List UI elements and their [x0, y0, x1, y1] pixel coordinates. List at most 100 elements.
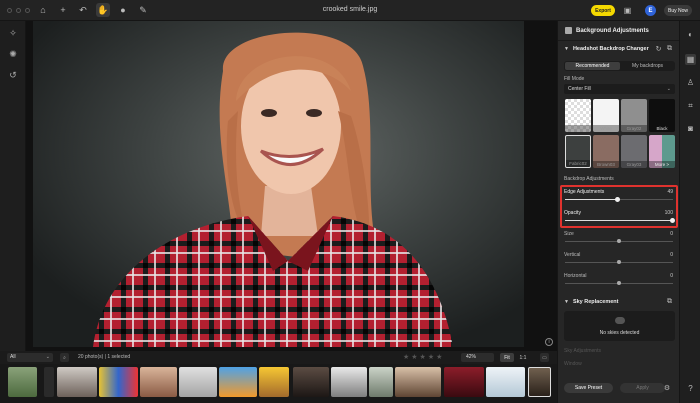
- size-slider[interactable]: [617, 239, 621, 243]
- swatch-label: Fabric02: [566, 160, 590, 167]
- fit-button[interactable]: Fit: [500, 353, 514, 362]
- compare-icon[interactable]: ⧉: [665, 297, 674, 306]
- cloud-icon: [615, 317, 625, 324]
- size-value: 0: [670, 231, 673, 237]
- apply-button[interactable]: Apply: [620, 383, 665, 393]
- compare-icon[interactable]: ▭: [540, 353, 549, 362]
- heal-icon[interactable]: ●: [116, 3, 130, 17]
- camera-icon[interactable]: ◙: [685, 123, 696, 134]
- undo-icon[interactable]: ↶: [76, 3, 90, 17]
- swatch-fabric02[interactable]: Fabric02: [565, 135, 591, 168]
- close-window-button[interactable]: [7, 7, 12, 13]
- photo-thumbnail[interactable]: [395, 367, 441, 397]
- photo-thumbnail[interactable]: [331, 367, 367, 397]
- avatar[interactable]: E: [645, 5, 656, 16]
- photo-thumbnail[interactable]: [369, 367, 393, 397]
- sky-empty-state: No skies detected: [564, 311, 675, 341]
- maximize-window-button[interactable]: [25, 7, 30, 13]
- magic-icon[interactable]: ✧: [6, 26, 20, 40]
- chevron-down-icon: ▼: [564, 299, 569, 305]
- compare-icon[interactable]: ⧉: [665, 44, 674, 53]
- edge-adjustments-value: 49: [667, 189, 673, 195]
- minimize-window-button[interactable]: [16, 7, 21, 13]
- photo-thumbnail[interactable]: [140, 367, 177, 397]
- tab-recommended[interactable]: Recommended: [565, 62, 620, 70]
- sky-adjustments-label: Sky Adjustments: [564, 348, 601, 354]
- eraser-icon[interactable]: ✎: [136, 3, 150, 17]
- swatch-label: Gray03: [621, 161, 647, 168]
- photo-thumbnail[interactable]: [57, 367, 97, 397]
- filter-value: All: [10, 354, 16, 360]
- backdrop-tabs: Recommended My backdrops: [564, 61, 675, 71]
- photo-thumbnail[interactable]: [444, 367, 484, 397]
- compare-icon[interactable]: ◐: [685, 29, 696, 40]
- crop-icon[interactable]: ⌗: [685, 100, 696, 111]
- photo-thumbnail[interactable]: [259, 367, 289, 397]
- swatch-more[interactable]: More >: [649, 135, 675, 168]
- photo-thumbnail[interactable]: [179, 367, 217, 397]
- no-skies-text: No skies detected: [599, 330, 640, 336]
- backdrop-section-title: Headshot Backdrop Changer: [572, 46, 649, 52]
- swatch-label: Gray02: [621, 125, 647, 132]
- tab-my-backdrops[interactable]: My backdrops: [621, 62, 674, 70]
- fill-mode-dropdown[interactable]: Center Fill ⌄: [564, 84, 675, 94]
- swatch-black[interactable]: Black: [649, 99, 675, 132]
- sun-icon[interactable]: ✺: [6, 47, 20, 61]
- size-label: Size: [564, 231, 574, 237]
- swatch-transparent[interactable]: Transp.: [565, 99, 591, 132]
- photo-thumbnail[interactable]: [219, 367, 257, 397]
- one-to-one-button[interactable]: 1:1: [517, 353, 529, 362]
- plus-icon[interactable]: +: [56, 3, 70, 17]
- horizontal-label: Horizontal: [564, 273, 587, 279]
- photo-thumbnail[interactable]: [293, 367, 329, 397]
- swatch-gray02[interactable]: Gray02: [621, 99, 647, 132]
- opacity-slider[interactable]: [670, 218, 675, 223]
- filter-icon[interactable]: ⌕: [60, 353, 69, 362]
- opacity-fill: [565, 220, 673, 221]
- chevron-down-icon: ▼: [564, 46, 569, 52]
- panel-title: Background Adjustments: [576, 27, 649, 34]
- vertical-label: Vertical: [564, 252, 581, 258]
- settings-icon[interactable]: ⚙: [662, 383, 672, 393]
- filter-dropdown[interactable]: All ⌄: [7, 353, 53, 362]
- opacity-label: Opacity: [564, 210, 581, 216]
- window-controls: [7, 7, 30, 13]
- swatch-brown03[interactable]: Brown03: [593, 135, 619, 168]
- photo-thumbnail-selected[interactable]: [528, 367, 551, 397]
- save-icon[interactable]: ▣: [622, 5, 633, 16]
- buy-now-button[interactable]: Buy Now: [664, 5, 692, 16]
- photo-thumbnail[interactable]: [99, 367, 138, 397]
- save-preset-button[interactable]: Save Preset: [564, 383, 613, 393]
- photo-canvas[interactable]: [33, 21, 524, 347]
- panel-icon: [565, 27, 572, 34]
- vertical-slider[interactable]: [617, 260, 621, 264]
- hand-icon[interactable]: ✋: [96, 3, 110, 17]
- swatch-white[interactable]: White: [593, 99, 619, 132]
- sky-window-label: Window: [564, 361, 582, 367]
- edge-adjustments-fill: [565, 199, 618, 200]
- home-icon[interactable]: ⌂: [36, 3, 50, 17]
- refresh-icon[interactable]: ↻: [654, 44, 663, 53]
- help-icon[interactable]: ?: [685, 383, 696, 394]
- canvas-area[interactable]: i: [26, 21, 557, 351]
- export-button[interactable]: Export: [591, 5, 615, 16]
- rating-stars[interactable]: ★★★★★: [403, 353, 444, 361]
- app-window: ⌂ + ↶ ✋ ● ✎ crooked smile.jpg Export ▣ E…: [0, 0, 700, 403]
- zoom-dropdown[interactable]: 42%: [461, 353, 494, 362]
- horizontal-slider[interactable]: [617, 281, 621, 285]
- edge-adjustments-label: Edge Adjustments: [564, 189, 605, 195]
- edge-adjustments-slider[interactable]: [615, 197, 620, 202]
- opacity-value: 100: [664, 210, 673, 216]
- background-tool-icon[interactable]: ▦: [685, 54, 696, 65]
- add-photo-icon[interactable]: [44, 367, 54, 397]
- panel-header: Background Adjustments: [558, 21, 680, 41]
- swatch-gray03[interactable]: Gray03: [621, 135, 647, 168]
- photo-thumbnail[interactable]: [486, 367, 525, 397]
- sky-section-title: Sky Replacement: [572, 299, 619, 305]
- shirt-icon[interactable]: ♙: [685, 77, 696, 88]
- sky-section-header[interactable]: ▼ Sky Replacement: [557, 296, 679, 308]
- info-icon[interactable]: i: [545, 338, 553, 346]
- history-icon[interactable]: ↺: [6, 68, 20, 82]
- photo-thumbnail[interactable]: [8, 367, 37, 397]
- chevron-down-icon: ⌄: [666, 86, 671, 92]
